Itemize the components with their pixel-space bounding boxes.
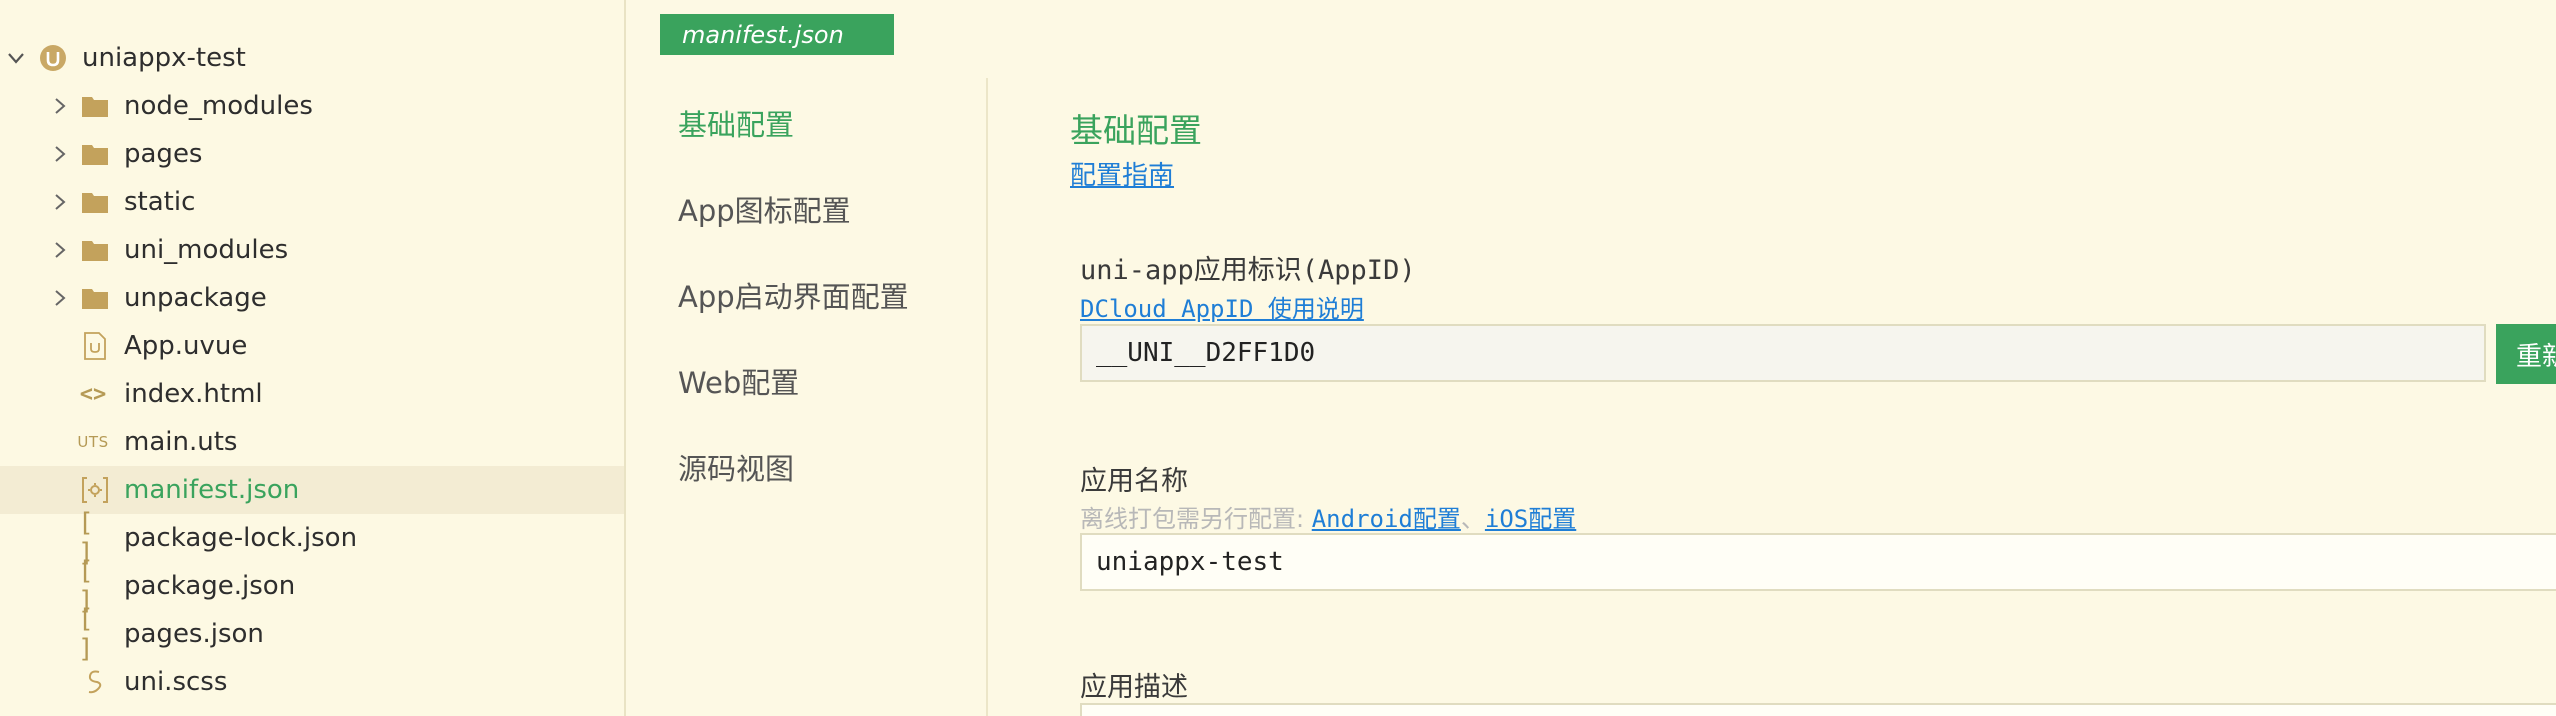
json-file-icon: [ ] bbox=[78, 604, 94, 664]
scss-file-icon bbox=[80, 668, 110, 696]
tree-item-manifest-json[interactable]: manifest.json bbox=[0, 466, 624, 514]
json-file-icon: [ ] bbox=[78, 508, 94, 568]
uvue-file-icon bbox=[80, 332, 110, 360]
hint-text: 离线打包需另行配置: bbox=[1080, 505, 1305, 533]
tree-item-label: uni_modules bbox=[124, 235, 289, 265]
tree-item-label: uni.scss bbox=[124, 667, 228, 697]
appid-help-link[interactable]: DCloud AppID 使用说明 bbox=[1080, 289, 1364, 324]
app-desc-input[interactable] bbox=[1080, 703, 2556, 716]
chevron-right-icon[interactable] bbox=[50, 96, 70, 116]
tree-item-static[interactable]: static bbox=[0, 178, 624, 226]
nav-source-view[interactable]: 源码视图 bbox=[678, 446, 794, 488]
tree-item-package-lock-json[interactable]: [ ] package-lock.json bbox=[0, 508, 624, 568]
tree-item-label: package-lock.json bbox=[124, 523, 358, 553]
folder-icon bbox=[80, 188, 110, 216]
tree-item-label: package.json bbox=[124, 571, 296, 601]
tree-item-label: unpackage bbox=[124, 283, 267, 313]
tree-item-uni-scss[interactable]: uni.scss bbox=[0, 658, 624, 706]
nav-web-config[interactable]: Web配置 bbox=[678, 360, 799, 402]
uts-file-icon: UTS bbox=[77, 433, 109, 451]
tree-root-uniappx-test[interactable]: uniappx-test bbox=[0, 34, 624, 82]
tree-item-label: App.uvue bbox=[124, 331, 248, 361]
chevron-right-icon[interactable] bbox=[50, 144, 70, 164]
tree-item-pages-json[interactable]: [ ] pages.json bbox=[0, 604, 624, 664]
json-file-icon: [ ] bbox=[78, 556, 94, 616]
tree-item-uni-modules[interactable]: uni_modules bbox=[0, 226, 624, 274]
file-explorer: uniappx-test node_modules pages static u… bbox=[0, 0, 626, 716]
nav-app-splash-config[interactable]: App启动界面配置 bbox=[678, 274, 909, 316]
tab-manifest-json[interactable]: manifest.json bbox=[660, 14, 894, 55]
appid-label: uni-app应用标识(AppID) bbox=[1080, 255, 1416, 286]
tree-item-label: uniappx-test bbox=[82, 43, 246, 73]
basic-config-panel: 基础配置 配置指南 uni-app应用标识(AppID) DCloud AppI… bbox=[988, 0, 2556, 716]
tree-item-label: node_modules bbox=[124, 91, 313, 121]
app-name-input[interactable]: uniappx-test bbox=[1080, 533, 2556, 591]
chevron-right-icon[interactable] bbox=[50, 192, 70, 212]
project-icon bbox=[38, 44, 68, 72]
chevron-down-icon[interactable] bbox=[6, 48, 26, 68]
tree-item-label: static bbox=[124, 187, 196, 217]
offline-packaging-hint: 离线打包需另行配置: Android配置、iOS配置 bbox=[1080, 499, 1576, 534]
app-name-label: 应用名称 bbox=[1080, 466, 1188, 497]
tree-item-label: main.uts bbox=[124, 427, 238, 457]
folder-icon bbox=[80, 92, 110, 120]
tree-item-pages[interactable]: pages bbox=[0, 130, 624, 178]
folder-icon bbox=[80, 284, 110, 312]
tree-item-index-html[interactable]: <> index.html bbox=[0, 370, 624, 418]
hint-separator: 、 bbox=[1460, 505, 1485, 533]
regenerate-appid-button[interactable]: 重新 bbox=[2496, 324, 2556, 384]
tree-item-label: index.html bbox=[124, 379, 263, 409]
manifest-file-icon bbox=[80, 476, 110, 504]
config-guide-link[interactable]: 配置指南 bbox=[1070, 155, 1174, 192]
ios-config-link[interactable]: iOS配置 bbox=[1485, 505, 1576, 533]
folder-icon bbox=[80, 140, 110, 168]
android-config-link[interactable]: Android配置 bbox=[1312, 505, 1461, 533]
tree-item-package-json[interactable]: [ ] package.json bbox=[0, 556, 624, 616]
nav-basic-config[interactable]: 基础配置 bbox=[678, 102, 794, 144]
section-title: 基础配置 bbox=[1070, 111, 1202, 150]
tree-item-node-modules[interactable]: node_modules bbox=[0, 82, 624, 130]
chevron-right-icon[interactable] bbox=[50, 240, 70, 260]
app-desc-label: 应用描述 bbox=[1080, 672, 1188, 703]
tree-item-label: manifest.json bbox=[124, 475, 300, 505]
manifest-config-nav: 基础配置 App图标配置 App启动界面配置 Web配置 源码视图 bbox=[640, 78, 988, 716]
nav-app-icon-config[interactable]: App图标配置 bbox=[678, 188, 851, 230]
appid-input[interactable]: __UNI__D2FF1D0 bbox=[1080, 324, 2486, 382]
folder-icon bbox=[80, 236, 110, 264]
tree-item-unpackage[interactable]: unpackage bbox=[0, 274, 624, 322]
html-file-icon: <> bbox=[79, 381, 107, 407]
chevron-right-icon[interactable] bbox=[50, 288, 70, 308]
tree-item-app-uvue[interactable]: App.uvue bbox=[0, 322, 624, 370]
tree-item-main-uts[interactable]: UTS main.uts bbox=[0, 418, 624, 466]
tree-item-label: pages bbox=[124, 139, 203, 169]
tree-item-label: pages.json bbox=[124, 619, 264, 649]
